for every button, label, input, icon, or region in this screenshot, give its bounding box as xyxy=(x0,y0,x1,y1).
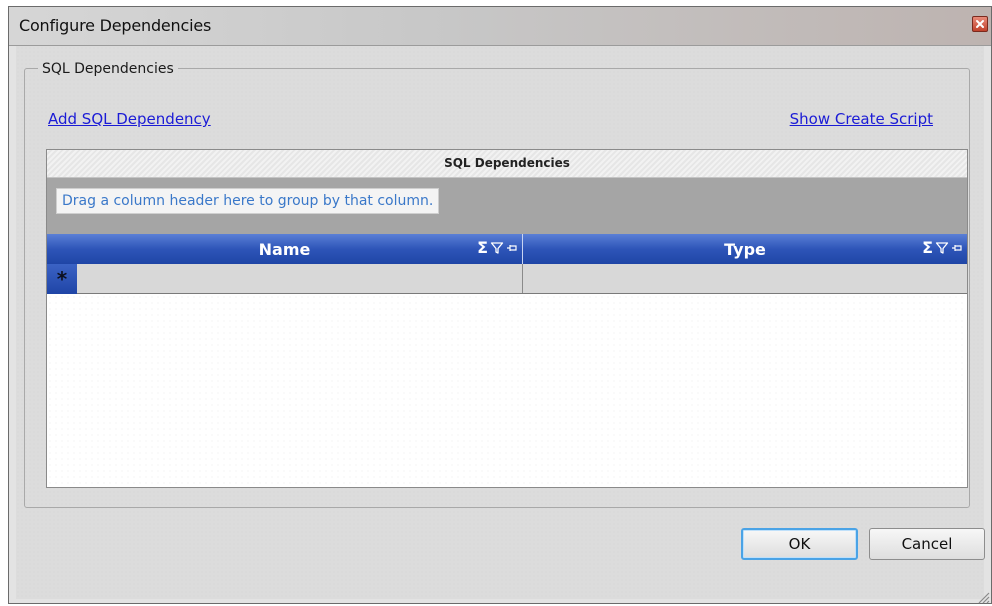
close-icon xyxy=(976,20,984,28)
pin-icon[interactable] xyxy=(951,242,963,254)
new-row-indicator: * xyxy=(47,264,77,294)
ok-button[interactable]: OK xyxy=(741,528,858,560)
filter-icon[interactable] xyxy=(490,241,504,255)
new-row[interactable]: * xyxy=(47,264,967,294)
show-create-script-link[interactable]: Show Create Script xyxy=(790,110,933,128)
resize-grip-icon[interactable] xyxy=(976,590,990,604)
grid-header-row: Name Σ Type Σ xyxy=(47,234,967,264)
groupbox-label: SQL Dependencies xyxy=(38,61,178,77)
new-row-name-cell[interactable] xyxy=(77,264,523,293)
column-header-label: Type xyxy=(724,239,766,259)
close-button[interactable] xyxy=(972,16,988,32)
filter-icon[interactable] xyxy=(935,241,949,255)
pin-icon[interactable] xyxy=(506,242,518,254)
sum-icon[interactable]: Σ xyxy=(477,240,488,256)
add-sql-dependency-link[interactable]: Add SQL Dependency xyxy=(48,110,211,128)
column-icons: Σ xyxy=(477,240,518,256)
column-header-type[interactable]: Type Σ xyxy=(523,234,967,264)
cancel-button[interactable]: Cancel xyxy=(869,528,985,560)
grid-caption: SQL Dependencies xyxy=(47,150,967,178)
window-title: Configure Dependencies xyxy=(19,16,212,35)
asterisk-icon: * xyxy=(56,267,68,291)
group-by-hint: Drag a column header here to group by th… xyxy=(56,188,440,214)
column-icons: Σ xyxy=(922,240,963,256)
new-row-type-cell[interactable] xyxy=(523,264,967,293)
group-by-area[interactable]: Drag a column header here to group by th… xyxy=(47,178,967,234)
sql-dependencies-grid: SQL Dependencies Drag a column header he… xyxy=(46,149,968,488)
column-header-name[interactable]: Name Σ xyxy=(47,234,523,264)
sum-icon[interactable]: Σ xyxy=(922,240,933,256)
column-header-label: Name xyxy=(258,239,311,259)
title-bar[interactable]: Configure Dependencies xyxy=(9,7,991,46)
